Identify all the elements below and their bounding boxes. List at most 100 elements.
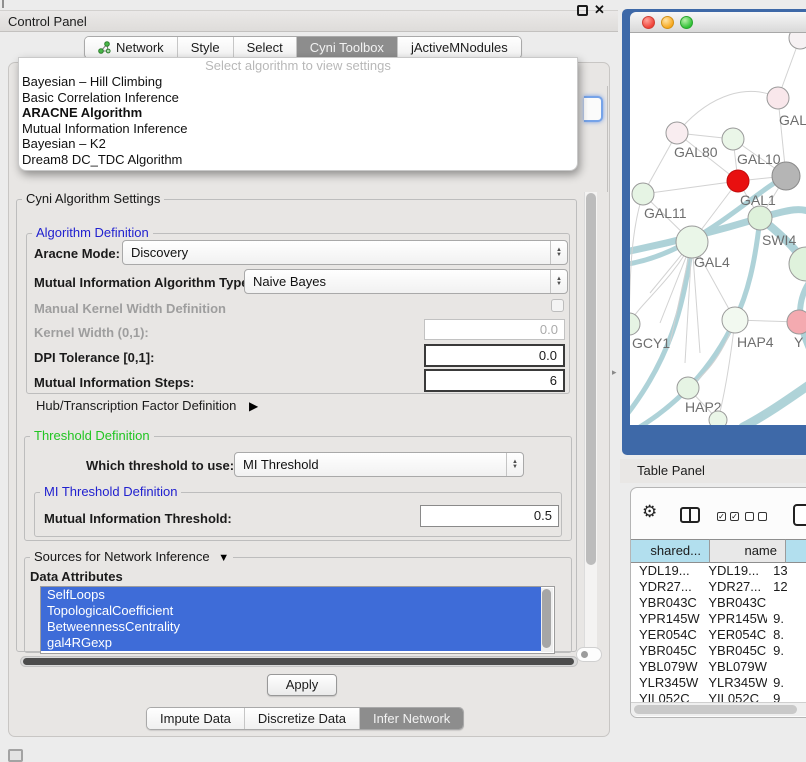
table-row[interactable]: YBR045CYBR045C9. (631, 643, 806, 659)
list-scrollbar[interactable] (541, 588, 553, 652)
network-node-gal11[interactable] (632, 183, 654, 205)
node-label: GAL4 (694, 254, 730, 270)
table-cell: 13 (767, 563, 806, 579)
threshold-definition-title: Threshold Definition (30, 429, 154, 443)
which-threshold-select[interactable]: MI Threshold ▲▼ (234, 452, 524, 477)
algorithm-option-dream8-dc-tdc-algorithm[interactable]: Dream8 DC_TDC Algorithm (19, 152, 577, 168)
tab-jactivemnodules[interactable]: jActiveMNodules (397, 37, 521, 58)
vertical-scrollbar[interactable] (584, 192, 597, 654)
network-node-hap4[interactable] (722, 307, 748, 333)
panel-grip-icon[interactable] (8, 749, 23, 762)
table-row[interactable]: YDR27...YDR27...12 (631, 579, 806, 595)
table-row[interactable]: YIL052CYIL052C9 (631, 691, 806, 702)
column-header-a[interactable]: A (786, 539, 806, 563)
data-attributes-items: SelfLoopsTopologicalCoefficientBetweenne… (41, 587, 554, 651)
table-cell: 9 (767, 691, 806, 702)
column-header-shared-[interactable]: shared... (631, 539, 710, 563)
horizontal-scrollbar-thumb[interactable] (23, 658, 574, 665)
spinner-icon[interactable]: ▲▼ (550, 241, 567, 264)
network-node-y[interactable] (787, 310, 806, 334)
network-node[interactable] (709, 411, 727, 425)
network-node-swi4[interactable] (748, 206, 772, 230)
bottom-tab-label: Impute Data (160, 708, 231, 729)
dpi-tolerance-field[interactable]: 0.0 (424, 344, 565, 367)
cyni-mode-tabs: Impute Data Discretize DataInfer Network (146, 707, 464, 730)
table-row[interactable]: YBR043CYBR043C (631, 595, 806, 611)
algorithm-option-mutual-information-inference[interactable]: Mutual Information Inference (19, 121, 577, 137)
aracne-mode-select[interactable]: Discovery ▲▼ (122, 240, 568, 265)
network-node[interactable] (789, 33, 806, 49)
spinner-icon[interactable]: ▲▼ (550, 270, 567, 293)
hub-transcription-section[interactable]: Hub/Transcription Factor Definition ▶ (36, 398, 258, 413)
network-node-gal10[interactable] (722, 128, 744, 150)
tab-label: Cyni Toolbox (310, 37, 384, 58)
network-node-gal1[interactable] (727, 170, 749, 192)
which-threshold-label: Which threshold to use: (86, 458, 234, 473)
table-horizontal-scrollbar[interactable] (631, 702, 806, 716)
focused-combo-fragment[interactable] (584, 96, 603, 122)
table-cell: YBR045C (700, 643, 767, 659)
bottom-tab-infer-network[interactable]: Infer Network (359, 708, 463, 729)
table-row[interactable]: YBL079WYBL079W (631, 659, 806, 675)
spinner-icon[interactable]: ▲▼ (506, 453, 523, 476)
network-node-hap2[interactable] (677, 377, 699, 399)
data-attributes-list[interactable]: SelfLoopsTopologicalCoefficientBetweenne… (40, 586, 555, 654)
data-attribute-item[interactable]: TopologicalCoefficient (41, 603, 541, 619)
network-node[interactable] (772, 162, 800, 190)
kernel-width-field[interactable]: 0.0 (424, 319, 565, 340)
mi-algorithm-type-select[interactable]: Naive Bayes ▲▼ (244, 269, 568, 294)
expanded-arrow-icon[interactable]: ▼ (218, 552, 229, 564)
algorithm-option-basic-correlation-inference[interactable]: Basic Correlation Inference (19, 90, 577, 106)
select-all-columns-icon[interactable]: ✓ ✓ (717, 512, 739, 521)
network-node-gal[interactable] (767, 87, 789, 109)
algorithm-option-bayesian-k2[interactable]: Bayesian – K2 (19, 136, 577, 152)
mi-threshold-field[interactable]: 0.5 (420, 505, 559, 527)
data-attribute-item[interactable]: SelfLoops (41, 587, 541, 603)
kernel-width-label: Kernel Width (0,1): (34, 325, 149, 340)
aracne-mode-label: Aracne Mode: (34, 246, 120, 261)
tab-select[interactable]: Select (233, 37, 296, 58)
zoom-window-icon[interactable] (680, 16, 693, 29)
tab-style[interactable]: Style (177, 37, 233, 58)
deselect-all-columns-icon[interactable] (745, 512, 767, 521)
float-panel-icon[interactable] (577, 5, 588, 16)
algorithm-option-aracne-algorithm[interactable]: ARACNE Algorithm (19, 105, 577, 121)
data-attribute-item[interactable]: BetweennessCentrality (41, 619, 541, 635)
vertical-scrollbar-thumb[interactable] (586, 193, 596, 565)
algorithm-option-bayesian-hill-climbing[interactable]: Bayesian – Hill Climbing (19, 74, 577, 90)
table-row[interactable]: YER054CYER054C8. (631, 627, 806, 643)
gear-icon[interactable]: ⚙ (642, 503, 657, 520)
table-scrollbar-thumb[interactable] (634, 705, 797, 714)
unchecked-box-icon (745, 512, 754, 521)
tab-cyni-toolbox[interactable]: Cyni Toolbox (296, 37, 397, 58)
network-canvas[interactable]: GALGAL80GAL10GAL1GAL11SWI4GAL4GCY1HAP4YH… (630, 33, 806, 425)
bottom-tab-impute-data[interactable]: Impute Data (147, 708, 244, 729)
network-graph[interactable]: GALGAL80GAL10GAL1GAL11SWI4GAL4GCY1HAP4YH… (630, 33, 806, 425)
close-icon[interactable]: ✕ (594, 2, 605, 18)
manual-kernel-width-checkbox[interactable] (551, 299, 564, 312)
mi-steps-field[interactable]: 6 (424, 369, 565, 392)
node-label: GAL1 (740, 192, 776, 208)
close-window-icon[interactable] (642, 16, 655, 29)
bottom-tab-discretize-data[interactable]: Discretize Data (244, 708, 359, 729)
network-node-gcy1[interactable] (630, 313, 640, 335)
list-scrollbar-thumb[interactable] (542, 589, 551, 648)
collapsed-arrow-icon[interactable]: ▶ (249, 399, 258, 413)
apply-button[interactable]: Apply (267, 674, 337, 696)
tab-network[interactable]: Network (85, 37, 177, 58)
minimize-window-icon[interactable] (661, 16, 674, 29)
table-cell: YPR145W (631, 611, 700, 627)
table-row[interactable]: YPR145WYPR145W9. (631, 611, 806, 627)
columns-icon[interactable] (680, 507, 700, 523)
table-row[interactable]: YDL19...YDL19...13 (631, 563, 806, 579)
network-node-gal80[interactable] (666, 122, 688, 144)
table-row[interactable]: YLR345WYLR345W9. (631, 675, 806, 691)
panel-divider-icon[interactable]: ▸ (612, 367, 617, 378)
data-attribute-item[interactable]: gal4RGexp (41, 635, 541, 651)
function-builder-icon[interactable] (793, 504, 806, 526)
table-cell: 9. (767, 643, 806, 659)
network-window-titlebar[interactable] (630, 12, 806, 33)
horizontal-scrollbar[interactable] (20, 656, 578, 667)
column-header-name[interactable]: name (710, 539, 786, 563)
network-node[interactable] (789, 247, 806, 281)
